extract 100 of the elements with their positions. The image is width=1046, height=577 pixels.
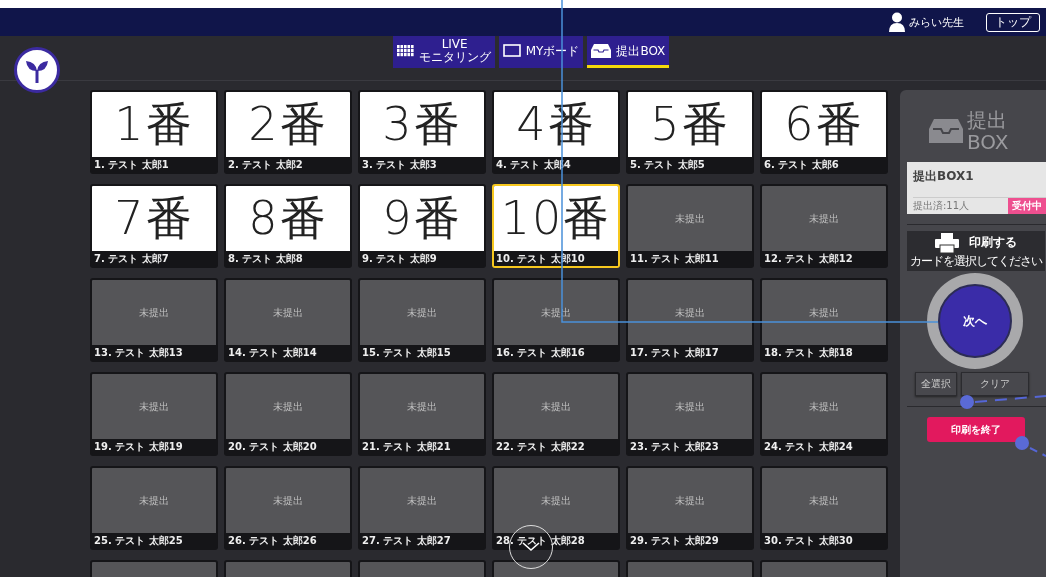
handwritten-answer: 8番 (248, 189, 328, 247)
answer-card[interactable]: 5番 5. テスト 太郎5 (626, 90, 754, 174)
student-name: 26. テスト 太郎26 (228, 535, 317, 546)
board-icon (502, 44, 521, 57)
student-name: 1. テスト 太郎1 (94, 159, 169, 170)
answer-card[interactable]: 未提出 21. テスト 太郎21 (358, 372, 486, 456)
panel-title: 提出 BOX (967, 109, 1009, 153)
not-submitted-text: 未提出 (273, 305, 303, 320)
answer-card[interactable]: 未提出 24. テスト 太郎24 (760, 372, 888, 456)
clear-button[interactable]: クリア (961, 372, 1029, 396)
dashed-line (974, 395, 1046, 403)
tab[interactable]: LIVE モニタリング (392, 36, 495, 68)
answer-card[interactable]: 未提出 30. テスト 太郎30 (760, 466, 888, 550)
handwritten-answer: 2番 (248, 95, 328, 153)
student-name: 20. テスト 太郎20 (228, 441, 317, 452)
not-submitted-text: 未提出 (675, 305, 705, 320)
student-name: 3. テスト 太郎3 (362, 159, 437, 170)
grid-icon (396, 44, 414, 57)
student-name: 6. テスト 太郎6 (764, 159, 839, 170)
select-all-button[interactable]: 全選択 (915, 372, 957, 396)
end-print-button[interactable]: 印刷を終了 (927, 417, 1025, 442)
student-name: 22. テスト 太郎22 (496, 441, 585, 452)
answer-card[interactable]: 未提出 19. テスト 太郎19 (90, 372, 218, 456)
not-submitted-text: 未提出 (541, 399, 571, 414)
handwritten-answer: 1番 (114, 95, 194, 153)
answer-card[interactable]: 未提出 13. テスト 太郎13 (90, 278, 218, 362)
answer-card[interactable]: 未提出 26. テスト 太郎26 (224, 466, 352, 550)
not-submitted-text: 未提出 (675, 211, 705, 226)
not-submitted-text: 未提出 (675, 493, 705, 508)
not-submitted-text: 未提出 (407, 399, 437, 414)
handwritten-answer: 6番 (784, 95, 864, 153)
top-button[interactable]: トップ (986, 12, 1040, 32)
student-name: 12. テスト 太郎12 (764, 253, 853, 264)
student-name: 16. テスト 太郎16 (496, 347, 585, 358)
touch-point (960, 395, 974, 409)
inbox-icon (929, 119, 963, 143)
answer-card[interactable]: 未提出 20. テスト 太郎20 (224, 372, 352, 456)
answer-card[interactable]: 未提出 23. テスト 太郎23 (626, 372, 754, 456)
handwritten-answer: 5番 (650, 95, 730, 153)
not-submitted-text: 未提出 (541, 493, 571, 508)
student-name: 21. テスト 太郎21 (362, 441, 451, 452)
printer-icon (935, 232, 959, 253)
student-name: 17. テスト 太郎17 (630, 347, 719, 358)
answer-card[interactable]: 未提出 18. テスト 太郎18 (760, 278, 888, 362)
student-name: 27. テスト 太郎27 (362, 535, 451, 546)
not-submitted-text: 未提出 (139, 493, 169, 508)
answer-card[interactable]: 6番 6. テスト 太郎6 (760, 90, 888, 174)
answer-card[interactable]: 3番 3. テスト 太郎3 (358, 90, 486, 174)
student-name: 13. テスト 太郎13 (94, 347, 183, 358)
not-submitted-text: 未提出 (809, 211, 839, 226)
student-name: 9. テスト 太郎9 (362, 253, 437, 264)
answer-card[interactable]: 未提出 28. テスト 太郎28 (492, 466, 620, 550)
answer-card[interactable]: 未提出 22. テスト 太郎22 (492, 372, 620, 456)
answer-card[interactable]: 未提出 14. テスト 太郎14 (224, 278, 352, 362)
not-submitted-text: 未提出 (273, 493, 303, 508)
answer-card[interactable]: 未提出 12. テスト 太郎12 (760, 184, 888, 268)
student-name: 11. テスト 太郎11 (630, 253, 719, 264)
handwritten-answer: 9番 (382, 189, 462, 247)
not-submitted-text: 未提出 (273, 399, 303, 414)
student-name: 23. テスト 太郎23 (630, 441, 719, 452)
tab[interactable]: MYボード (498, 36, 584, 68)
tab[interactable]: 提出BOX (587, 36, 670, 68)
answer-card[interactable]: 1番 1. テスト 太郎1 (90, 90, 218, 174)
box-name: 提出BOX1 (913, 168, 975, 185)
student-name: 8. テスト 太郎8 (228, 253, 303, 264)
handwritten-answer: 10番 (500, 189, 612, 247)
answer-card[interactable]: 2番 2. テスト 太郎2 (224, 90, 352, 174)
answer-card[interactable]: 未提出 11. テスト 太郎11 (626, 184, 754, 268)
not-submitted-text: 未提出 (139, 399, 169, 414)
handwritten-answer: 7番 (114, 189, 194, 247)
student-name: 14. テスト 太郎14 (228, 347, 317, 358)
answer-card[interactable]: 8番 8. テスト 太郎8 (224, 184, 352, 268)
next-button[interactable]: 次へ (938, 284, 1012, 358)
not-submitted-text: 未提出 (809, 305, 839, 320)
not-submitted-text: 未提出 (675, 399, 705, 414)
student-name: 29. テスト 太郎29 (630, 535, 719, 546)
touch-point (1015, 436, 1029, 450)
print-button[interactable]: 印刷する カードを選択してください (907, 231, 1045, 271)
submitted-count: 提出済:11人 (913, 199, 970, 213)
not-submitted-text: 未提出 (407, 493, 437, 508)
answer-card[interactable]: 未提出 27. テスト 太郎27 (358, 466, 486, 550)
user-name: みらい先生 (909, 14, 964, 30)
answer-card[interactable]: 未提出 29. テスト 太郎29 (626, 466, 754, 550)
logo-icon[interactable] (14, 47, 60, 93)
answer-card[interactable]: 未提出 15. テスト 太郎15 (358, 278, 486, 362)
handwritten-answer: 3番 (382, 95, 462, 153)
student-name: 15. テスト 太郎15 (362, 347, 451, 358)
dashed-line (1029, 447, 1046, 457)
student-name: 24. テスト 太郎24 (764, 441, 853, 452)
student-name: 25. テスト 太郎25 (94, 535, 183, 546)
not-submitted-text: 未提出 (809, 399, 839, 414)
not-submitted-text: 未提出 (407, 305, 437, 320)
answer-card[interactable]: 未提出 25. テスト 太郎25 (90, 466, 218, 550)
student-name: 19. テスト 太郎19 (94, 441, 183, 452)
answer-card[interactable]: 7番 7. テスト 太郎7 (90, 184, 218, 268)
status-badge: 受付中 (1008, 198, 1046, 214)
inbox-icon (591, 43, 612, 58)
answer-card[interactable]: 9番 9. テスト 太郎9 (358, 184, 486, 268)
student-name: 7. テスト 太郎7 (94, 253, 169, 264)
answer-card[interactable]: 未提出 17. テスト 太郎17 (626, 278, 754, 362)
